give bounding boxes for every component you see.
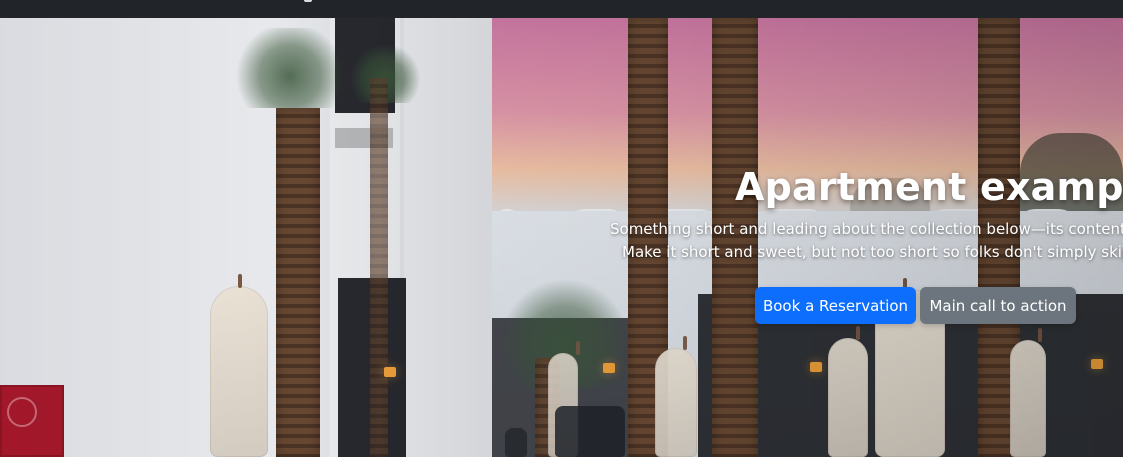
hero-lead-line-2: Make it short and sweet, but not too sho… bbox=[622, 243, 1123, 261]
hero-actions: Book a Reservation Main call to action bbox=[755, 287, 1076, 324]
hero-lead-line-1: Something short and leading about the co… bbox=[610, 220, 1123, 238]
hero-section: Apartment example Something short and le… bbox=[0, 18, 1123, 457]
hero-lead: Something short and leading about the co… bbox=[610, 218, 1123, 264]
book-reservation-button[interactable]: Book a Reservation bbox=[755, 287, 916, 324]
main-call-to-action-button[interactable]: Main call to action bbox=[920, 287, 1076, 324]
top-navbar bbox=[0, 0, 1123, 18]
hero-title: Apartment example bbox=[735, 165, 1123, 209]
navbar-brand-mark bbox=[304, 0, 312, 2]
hero-content: Apartment example Something short and le… bbox=[610, 166, 1123, 346]
